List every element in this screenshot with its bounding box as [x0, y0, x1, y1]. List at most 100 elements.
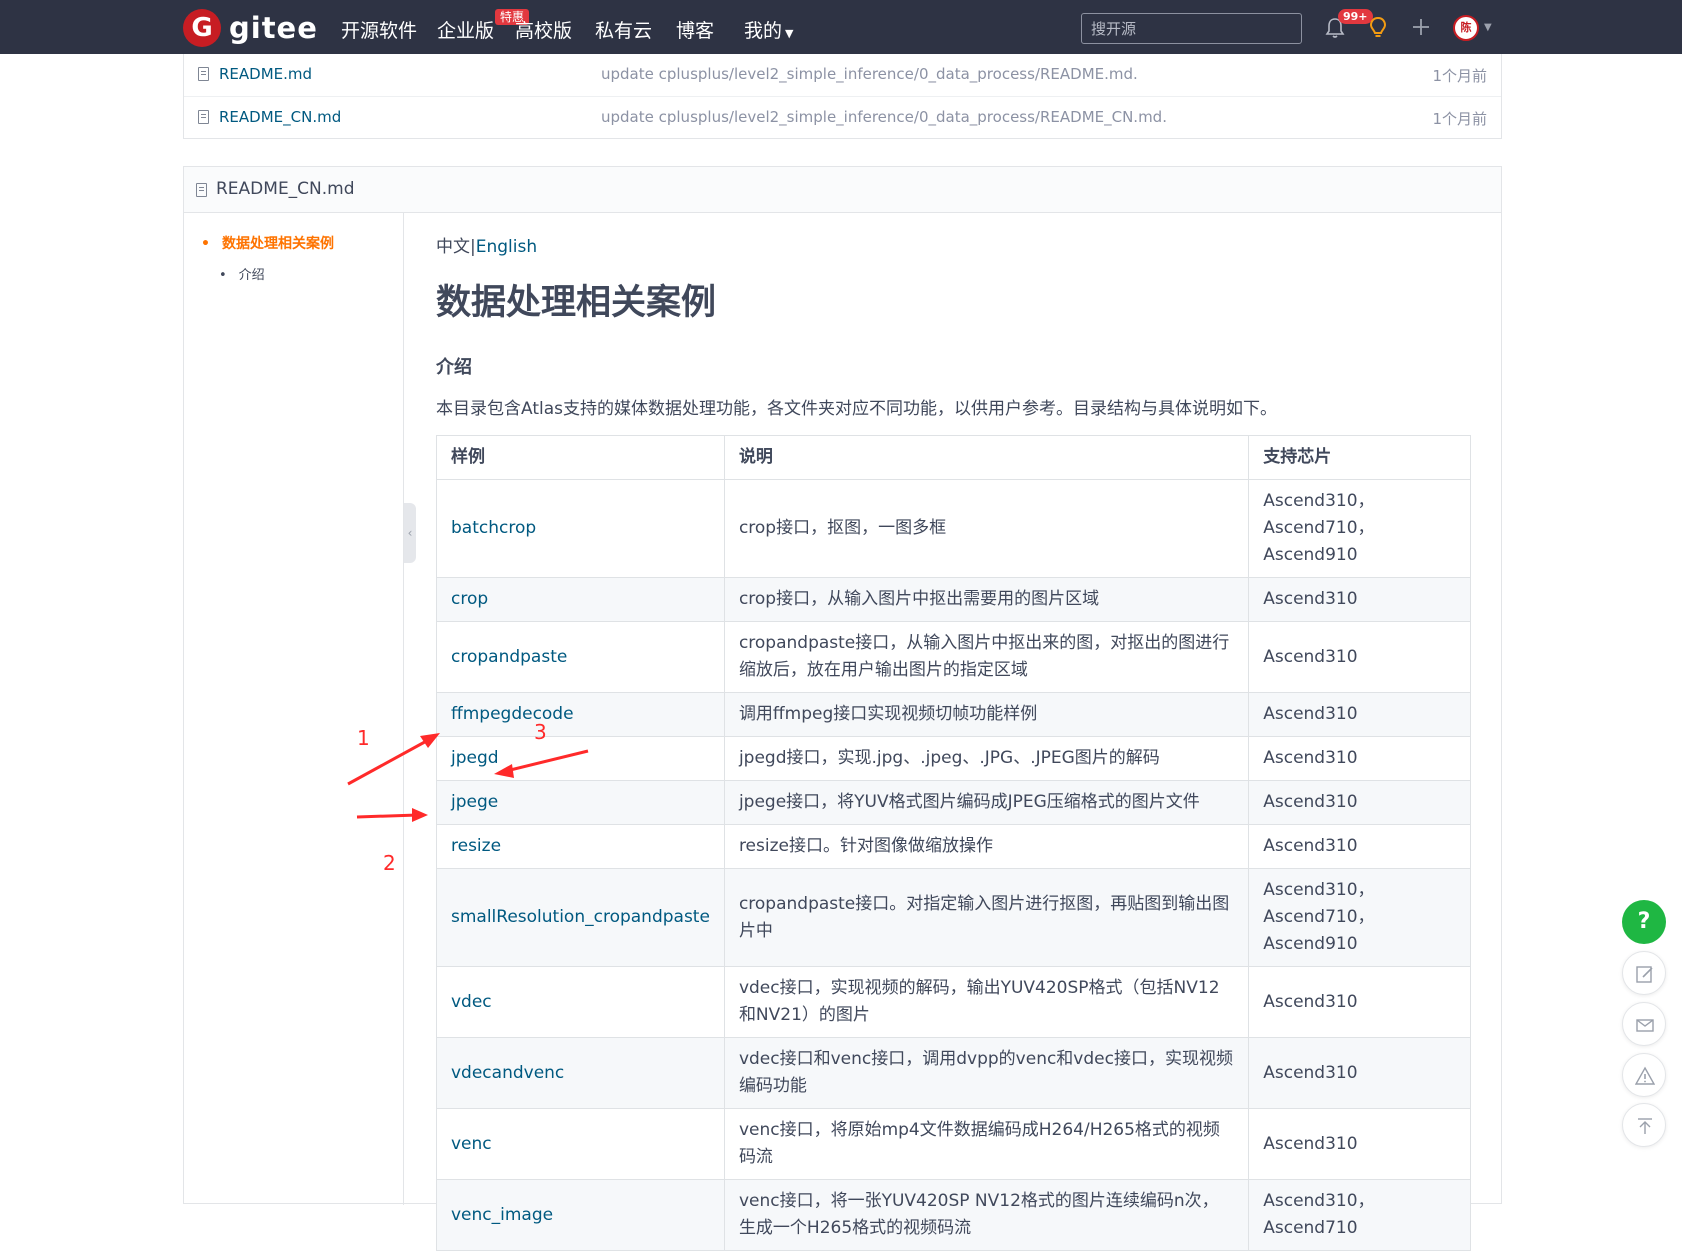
sample-cell: jpege — [436, 780, 725, 825]
nav-enterprise[interactable]: 企业版 — [437, 16, 494, 43]
file-icon — [198, 110, 209, 124]
sample-cell: vdecandvenc — [436, 1037, 725, 1109]
chip-cell: Ascend310 — [1248, 736, 1471, 781]
sample-link[interactable]: cropandpaste — [451, 647, 567, 667]
description-cell: resize接口。针对图像做缩放操作 — [723, 824, 1250, 869]
nav-blog[interactable]: 博客 — [676, 16, 714, 43]
file-icon — [198, 67, 209, 81]
description-cell: jpege接口，将YUV格式图片编码成JPEG压缩格式的图片文件 — [723, 780, 1250, 825]
gitee-logo-mark: G — [183, 9, 221, 47]
description-cell: jpegd接口，实现.jpg、.jpeg、.JPG、.JPEG图片的解码 — [723, 736, 1250, 781]
user-avatar[interactable]: 陈 — [1453, 15, 1479, 41]
chip-cell: Ascend310，Ascend710，Ascend910 — [1248, 868, 1471, 967]
sample-cell: cropandpaste — [436, 621, 725, 693]
sample-link[interactable]: batchcrop — [451, 518, 536, 538]
table-row: smallResolution_cropandpaste cropandpaste… — [436, 868, 1471, 967]
sample-link[interactable]: crop — [451, 589, 488, 609]
chevron-down-icon[interactable]: ▼ — [1484, 22, 1492, 33]
nav-private-cloud[interactable]: 私有云 — [595, 16, 652, 43]
description-cell: crop接口，从输入图片中抠出需要用的图片区域 — [723, 577, 1250, 622]
search-input[interactable]: 搜开源 — [1081, 13, 1302, 44]
file-list: README.md update cplusplus/level2_simple… — [183, 54, 1502, 139]
samples-table: 样例 说明 支持芯片 batchcrop crop接口，抠图，一图多框 Ascend… — [436, 435, 1471, 1251]
toc-item-intro[interactable]: 介绍 — [219, 264, 265, 283]
back-to-top-button[interactable] — [1622, 1103, 1666, 1147]
chip-cell: Ascend310 — [1248, 780, 1471, 825]
nav-university[interactable]: 高校版 — [515, 16, 572, 43]
table-row: venc venc接口，将原始mp4文件数据编码成H264/H265格式的视频码流… — [436, 1108, 1471, 1180]
toc-item-main[interactable]: 数据处理相关案例 — [201, 233, 334, 253]
commit-message-link[interactable]: update cplusplus/level2_simple_inference… — [601, 65, 1138, 83]
table-row: cropandpaste cropandpaste接口，从输入图片中抠出来的图，对… — [436, 621, 1471, 693]
sample-link[interactable]: venc — [451, 1134, 492, 1154]
help-button[interactable]: ? — [1622, 900, 1666, 944]
description-cell: cropandpaste接口，从输入图片中抠出来的图，对抠出的图进行缩放后，放在… — [723, 621, 1250, 693]
sample-cell: venc — [436, 1108, 725, 1180]
file-icon — [196, 183, 207, 197]
annotation-label-2: 2 — [383, 851, 396, 875]
file-name-link[interactable]: README_CN.md — [219, 108, 341, 126]
message-button[interactable] — [1622, 1002, 1666, 1046]
description-cell: vdec接口和venc接口，调用dvpp的venc和vdec接口，实现视频编码功… — [723, 1037, 1250, 1109]
gitee-logo[interactable]: G gitee — [183, 9, 318, 47]
lightbulb-icon[interactable] — [1368, 16, 1388, 40]
readme-header: README_CN.md — [184, 167, 1501, 213]
sample-link[interactable]: resize — [451, 836, 501, 856]
column-header: 样例 — [436, 435, 725, 480]
commit-time: 1个月前 — [1432, 110, 1487, 128]
chip-cell: Ascend310 — [1248, 621, 1471, 693]
table-row: jpegd jpegd接口，实现.jpg、.jpeg、.JPG、.JPEG图片的解… — [436, 736, 1471, 781]
column-header: 支持芯片 — [1248, 435, 1471, 480]
table-row: ffmpegdecode 调用ffmpeg接口实现视频切帧功能样例 Ascend31… — [436, 692, 1471, 737]
file-name-link[interactable]: README.md — [219, 65, 312, 83]
description-cell: cropandpaste接口。对指定输入图片进行抠图，再贴图到输出图片中 — [723, 868, 1250, 967]
commit-message-link[interactable]: update cplusplus/level2_simple_inference… — [601, 108, 1167, 126]
readme-filename: README_CN.md — [216, 179, 355, 199]
sample-link[interactable]: ffmpegdecode — [451, 704, 574, 724]
sample-link[interactable]: jpegd — [451, 748, 499, 768]
lang-english-link[interactable]: English — [476, 237, 537, 257]
file-row: README_CN.md update cplusplus/level2_sim… — [184, 96, 1501, 139]
page-title: 数据处理相关案例 — [436, 283, 717, 323]
nav-mine-label: 我的 — [744, 20, 783, 42]
table-row: vdecandvenc vdec接口和venc接口，调用dvpp的venc和vde… — [436, 1037, 1471, 1109]
table-row: venc_image venc接口，将一张YUV420SP NV12格式的图片连续… — [436, 1179, 1471, 1251]
table-row: batchcrop crop接口，抠图，一图多框 Ascend310，Ascend7… — [436, 479, 1471, 578]
sample-link[interactable]: smallResolution_cropandpaste — [451, 907, 710, 927]
sample-cell: jpegd — [436, 736, 725, 781]
sample-cell: resize — [436, 824, 725, 869]
language-switcher: 中文|English — [436, 232, 537, 257]
top-navbar: G gitee 开源软件 企业版 特惠 高校版 私有云 博客 我的 ▼ 搜开源 9… — [0, 0, 1682, 54]
chip-cell: Ascend310 — [1248, 577, 1471, 622]
mail-icon — [1636, 1019, 1654, 1032]
annotation-label-3: 3 — [534, 720, 547, 744]
sample-cell: vdec — [436, 966, 725, 1038]
readme-panel: README_CN.md 数据处理相关案例 介绍 ‹ 中文|English 数据… — [183, 166, 1502, 1251]
sample-cell: venc_image — [436, 1179, 725, 1251]
sample-cell: ffmpegdecode — [436, 692, 725, 737]
chip-cell: Ascend310，Ascend710，Ascend910 — [1248, 479, 1471, 578]
description-cell: crop接口，抠图，一图多框 — [723, 479, 1250, 578]
chevron-down-icon: ▼ — [785, 27, 794, 40]
sample-cell: batchcrop — [436, 479, 725, 578]
description-cell: vdec接口，实现视频的解码，输出YUV420SP格式（包括NV12和NV21）… — [723, 966, 1250, 1038]
annotation-label-1: 1 — [357, 726, 370, 750]
feedback-button[interactable] — [1622, 951, 1666, 995]
toc-collapse-handle[interactable]: ‹ — [404, 503, 416, 563]
table-header-row: 样例 说明 支持芯片 — [436, 435, 1471, 480]
table-row: resize resize接口。针对图像做缩放操作 Ascend310 — [436, 824, 1471, 869]
warning-icon — [1635, 1066, 1655, 1085]
column-header: 说明 — [723, 435, 1250, 480]
nav-open-source[interactable]: 开源软件 — [341, 16, 417, 43]
sample-link[interactable]: vdec — [451, 992, 492, 1012]
chip-cell: Ascend310 — [1248, 824, 1471, 869]
description-cell: venc接口，将原始mp4文件数据编码成H264/H265格式的视频码流 — [723, 1108, 1250, 1180]
sample-link[interactable]: vdecandvenc — [451, 1063, 564, 1083]
sample-cell: crop — [436, 577, 725, 622]
nav-mine[interactable]: 我的 ▼ — [744, 16, 793, 43]
plus-icon[interactable] — [1410, 16, 1432, 38]
sample-cell: smallResolution_cropandpaste — [436, 868, 725, 967]
sample-link[interactable]: jpege — [451, 792, 498, 812]
report-button[interactable] — [1622, 1053, 1666, 1097]
sample-link[interactable]: venc_image — [451, 1205, 553, 1225]
